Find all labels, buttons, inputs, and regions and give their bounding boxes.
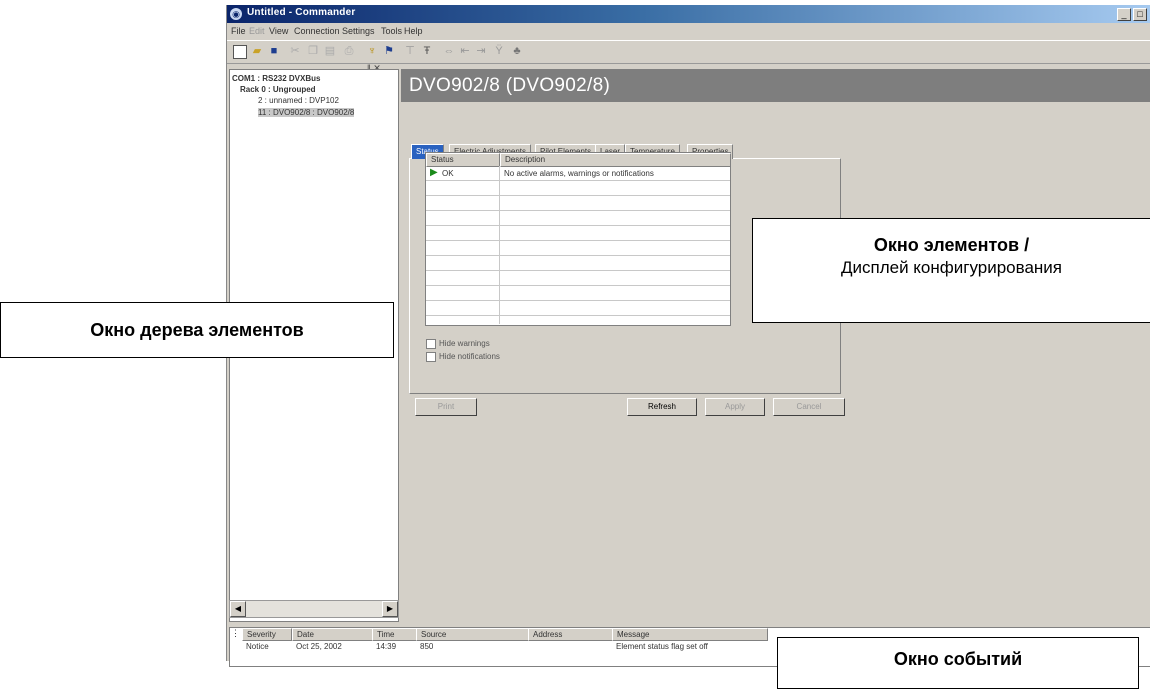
hide-warnings-label: Hide warnings [439,339,490,348]
connect-icon[interactable]: ⚑ [383,45,395,57]
callout-events-window: Окно событий [777,637,1139,689]
callout-items-window-subtitle: Дисплей конфигурирования [840,258,1063,277]
cut-icon[interactable]: ✂ [289,45,301,57]
menu-connection[interactable]: Connection [294,26,340,36]
open-icon[interactable]: ▰ [251,45,263,57]
row-divider [426,255,730,256]
callout-tree-window: Окно дерева элементов [0,302,394,358]
event-col-date[interactable]: Date [292,628,374,641]
menu-file[interactable]: File [231,26,246,36]
new-icon[interactable] [233,45,247,59]
event-col-address[interactable]: Address [528,628,614,641]
probe-icon[interactable]: ♆ [366,45,378,57]
paste-icon[interactable]: ▤ [324,45,336,57]
apply-button[interactable]: Apply [705,398,765,416]
tree-horizontal-scrollbar[interactable]: ◀ ▶ [229,600,399,618]
hide-notifications-label: Hide notifications [439,352,500,361]
scroll-left-icon[interactable]: ◀ [230,601,246,617]
row-divider [426,225,730,226]
tree-item-dvo902[interactable]: 11 : DVO902/8 : DVO902/8 [258,108,355,117]
tree-item-com1[interactable]: COM1 : RS232 DVXBus [232,74,320,83]
network-icon[interactable]: ♣ [511,45,523,57]
ok-flag-icon: ▶ [430,167,438,178]
event-date[interactable]: Oct 25, 2002 [296,642,342,651]
print-button[interactable]: Print [415,398,477,416]
maximize-button[interactable]: □ [1133,8,1147,21]
menu-edit[interactable]: Edit [249,26,265,36]
toolbar: ▰ ■ ✂ ❐ ▤ ⎙ ♆ ⚑ ⊤ Ŧ ⇔ ⇤ ⇥ Ÿ ♣ [227,40,1150,64]
element-header: DVO902/8 (DVO902/8) [401,69,1150,102]
menu-view[interactable]: View [269,26,288,36]
event-source[interactable]: 850 [420,642,433,651]
tree-item-rack0[interactable]: Rack 0 : Ungrouped [240,85,316,94]
callout-items-window-title: Окно элементов / [873,235,1030,255]
print-icon[interactable]: ⎙ [343,45,355,57]
row-divider [426,180,730,181]
row-divider [426,270,730,271]
description-cell[interactable]: No active alarms, warnings or notificati… [504,169,654,178]
row-divider [426,315,730,316]
pane-grip-icon[interactable]: ⋮ [231,628,240,639]
scroll-right-icon[interactable]: ▶ [382,601,398,617]
filter-icon[interactable]: ⊤ [404,45,416,57]
event-time[interactable]: 14:39 [376,642,396,651]
save-icon[interactable]: ■ [268,45,280,57]
left-icon[interactable]: ⇤ [459,45,471,57]
signal-icon[interactable]: Ÿ [493,45,505,57]
event-col-severity[interactable]: Severity [242,628,292,641]
hide-warnings-checkbox[interactable] [426,339,436,349]
event-severity[interactable]: Notice [246,642,269,651]
row-divider [426,210,730,211]
right-icon[interactable]: ⇥ [475,45,487,57]
hide-notifications-checkbox[interactable] [426,352,436,362]
menu-help[interactable]: Help [404,26,423,36]
menu-bar: File Edit View Connection Settings Tools… [227,23,1150,40]
row-divider [426,300,730,301]
callout-items-window: Окно элементов / Дисплей конфигурировани… [752,218,1150,323]
row-divider [426,285,730,286]
window-title: Untitled - Commander [247,7,356,18]
filter-add-icon[interactable]: Ŧ [421,45,433,57]
row-divider [426,195,730,196]
cancel-button[interactable]: Cancel [773,398,845,416]
event-col-source[interactable]: Source [416,628,530,641]
event-message[interactable]: Element status flag set off [616,642,708,651]
minimize-button[interactable]: _ [1117,8,1131,21]
copy-icon[interactable]: ❐ [307,45,319,57]
status-table: Status Description ▶ OK No active alarms… [425,152,731,326]
tree-item-dvp102[interactable]: 2 : unnamed : DVP102 [258,96,339,105]
swap-icon[interactable]: ⇔ [443,45,455,57]
column-header-status[interactable]: Status [426,153,500,167]
refresh-button[interactable]: Refresh [627,398,697,416]
event-col-message[interactable]: Message [612,628,768,641]
column-header-description[interactable]: Description [500,153,731,167]
element-title: DVO902/8 (DVO902/8) [409,75,611,96]
menu-tools[interactable]: Tools [381,26,402,36]
app-icon: ◉ [230,8,242,20]
row-divider [426,240,730,241]
status-cell[interactable]: OK [442,169,454,178]
event-col-time[interactable]: Time [372,628,418,641]
menu-settings[interactable]: Settings [342,26,375,36]
title-bar: ◉ Untitled - Commander _ □ [227,5,1150,23]
